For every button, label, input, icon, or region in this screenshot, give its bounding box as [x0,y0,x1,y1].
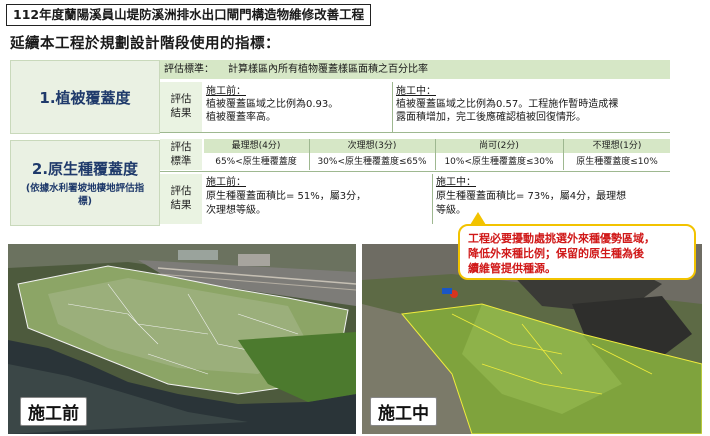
before-construction-label: 施工前 [20,397,87,426]
indicator-2-before-line: 原生種覆蓋面積比= 51%，屬3分， [206,191,367,202]
indicator-2-result-label: 評估結果 [160,174,202,224]
indicator-2-during-line: 等級。 [436,205,466,216]
indicator-2-during-line: 原生種覆蓋面積比= 73%，屬4分，最理想 [436,191,627,202]
indicator-1-before-line: 植被覆蓋率高。 [206,112,276,123]
indicator-2-label: 2.原生種覆蓋度 [31,159,139,178]
indicator-1-result-label: 評估結果 [160,82,202,132]
scale-header-poor: 不理想(1分) [592,141,642,151]
indicator-2-criteria-label: 評估標準 [160,139,202,170]
indicator-2-mid-rule [160,171,670,172]
during-construction-label: 施工中 [370,397,437,426]
indicator-2-before-title: 施工前： [206,177,246,188]
indicator-2-before-line: 次理想等級。 [206,205,266,216]
indicator-2-during-title: 施工中： [436,177,476,188]
indicator-1-during-line: 露面積增加，完工後應確認植被回復情形。 [396,112,586,123]
indicator-1-result-label-text: 評估結果 [170,93,192,119]
indicator-2-divider [432,174,433,224]
scale-value-poor: 原生種覆蓋度≤10% [576,157,658,167]
section-subtitle: 延續本工程於規劃設計階段使用的指標： [10,36,280,52]
callout-line: 工程必要擾動處挑選外來種優勢區域， [468,232,655,245]
indicator-1-criteria-label: 評估標準： [164,64,214,75]
indicator-1-during-title: 施工中： [396,86,436,97]
scale-divider [435,139,436,170]
scale-value-best: 65%<原生種覆蓋度 [215,157,297,167]
scale-value-good: 30%<原生種覆蓋度≤65% [317,157,427,167]
ecology-callout: 工程必要擾動處挑選外來種優勢區域， 降低外來種比例；保留的原生種為後 續維管提供… [458,224,696,280]
scale-divider [563,139,564,170]
indicator-1-bottom-rule [160,132,670,133]
scale-header-good: 次理想(3分) [347,141,397,151]
indicator-1-card: 1.植被覆蓋度 [10,60,160,134]
callout-line: 續維管提供種源。 [468,262,556,275]
indicator-2-note: (依據水利署坡地棲地評估指標) [25,182,145,207]
indicator-1-before-title: 施工前： [206,86,246,97]
indicator-1-divider [392,82,393,132]
indicator-2-result-label-text: 評估結果 [170,185,192,211]
scale-header-best: 最理想(4分) [231,141,281,151]
indicator-1-during-line: 植被覆蓋區域之比例為0.57。工程施作暫時造成裸 [396,99,619,110]
indicator-1-criteria-text: 計算樣區內所有植物覆蓋樣區面積之百分比率 [228,64,428,75]
scale-divider [309,139,310,170]
scale-header-fair: 尚可(2分) [479,141,519,151]
indicator-2-criteria-label-text: 評估標準 [170,140,192,167]
before-construction-photo: 施工前 [8,244,356,434]
indicator-1-before-line: 植被覆蓋區域之比例為0.93。 [206,99,339,110]
scale-value-fair: 10%<原生種覆蓋度≤30% [444,157,554,167]
indicator-2-card: 2.原生種覆蓋度 (依據水利署坡地棲地評估指標) [10,140,160,226]
document-title: 112年度蘭陽溪員山堤防溪洲排水出口閘門構造物維修改善工程 [6,4,372,26]
callout-line: 降低外來種比例；保留的原生種為後 [468,247,644,260]
indicator-1-label: 1.植被覆蓋度 [39,88,131,107]
